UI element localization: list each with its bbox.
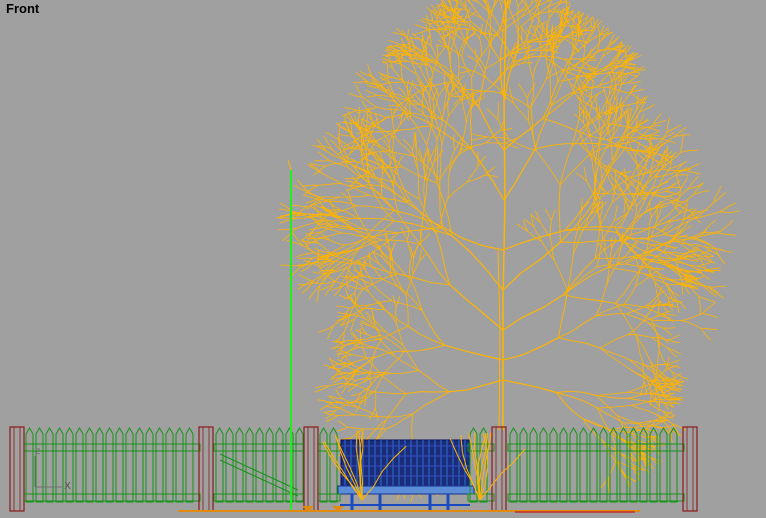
axis-x-label: x <box>64 478 72 492</box>
axis-z-label: z <box>35 446 41 457</box>
axis-gizmo-icon <box>34 456 62 488</box>
bench-wireframe[interactable] <box>337 439 475 512</box>
front-viewport[interactable]: Front z x <box>0 0 766 518</box>
ground-line <box>178 506 640 513</box>
viewport-label[interactable]: Front <box>6 1 39 16</box>
scene-canvas[interactable] <box>0 0 766 518</box>
selected-pole[interactable] <box>287 159 292 512</box>
tree-wireframe[interactable] <box>276 0 740 502</box>
